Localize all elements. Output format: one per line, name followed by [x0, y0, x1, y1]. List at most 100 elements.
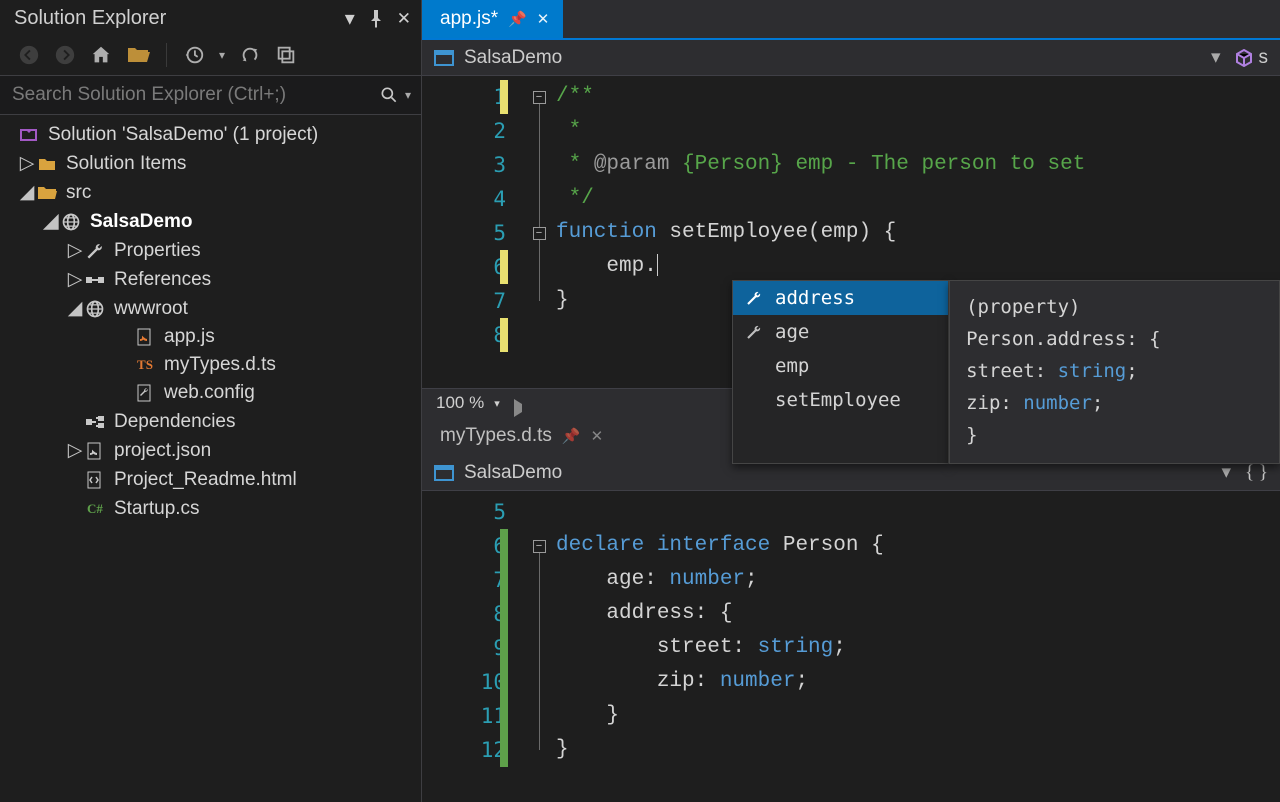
- html-file-icon: [84, 471, 106, 489]
- project-icon: [434, 50, 454, 66]
- editor-mytypes[interactable]: 5 6 7 8 9 10 11 12 − declare: [422, 491, 1280, 802]
- tooltip-line: }: [966, 419, 1263, 451]
- close-icon[interactable]: ✕: [591, 427, 604, 445]
- chevron-down-icon[interactable]: ▾: [1211, 46, 1221, 69]
- json-file-icon: [84, 442, 106, 460]
- dropdown-icon[interactable]: ▾: [219, 48, 225, 62]
- line-gutter: 1 2 3 4 5 6 7 8: [422, 76, 522, 388]
- fold-toggle[interactable]: −: [533, 91, 546, 104]
- tree-label: wwwroot: [114, 298, 188, 320]
- solution-explorer-toolbar: ▾: [0, 37, 421, 75]
- home-icon[interactable]: [90, 44, 112, 66]
- intellisense-label: setEmployee: [775, 389, 901, 411]
- solution-tree: Solution 'SalsaDemo' (1 project) ▷ Solut…: [0, 115, 421, 529]
- zoom-level[interactable]: 100 %: [436, 393, 484, 413]
- solution-explorer-panel: Solution Explorer ▾ ✕ ▾: [0, 0, 422, 802]
- tree-label: myTypes.d.ts: [164, 354, 276, 376]
- search-row: ▾: [0, 75, 421, 115]
- tree-label: References: [114, 269, 211, 291]
- intellisense-label: age: [775, 321, 809, 343]
- webconfig-node[interactable]: web.config: [4, 379, 417, 407]
- fold-toggle[interactable]: −: [533, 227, 546, 240]
- intellisense-popup: address age emp setEmployee (property) P…: [732, 280, 1280, 464]
- top-tabs: app.js* 📌 ✕: [422, 0, 1280, 40]
- wrench-icon: [84, 241, 106, 261]
- properties-node[interactable]: ▷ Properties: [4, 236, 417, 265]
- intellisense-label: address: [775, 287, 855, 309]
- tree-label: Properties: [114, 240, 201, 262]
- chevron-down-icon[interactable]: ▾: [1221, 461, 1231, 484]
- search-icon[interactable]: [379, 85, 399, 105]
- solution-label: Solution 'SalsaDemo' (1 project): [48, 124, 318, 146]
- tree-label: SalsaDemo: [90, 211, 192, 233]
- line-gutter: 5 6 7 8 9 10 11 12: [422, 491, 522, 802]
- close-icon[interactable]: ✕: [397, 9, 411, 29]
- config-file-icon: [134, 384, 156, 402]
- folder-open-icon[interactable]: [126, 45, 150, 65]
- solution-items-node[interactable]: ▷ Solution Items: [4, 149, 417, 178]
- ts-file-icon: TS: [134, 357, 156, 373]
- tree-label: Solution Items: [66, 153, 186, 175]
- dependencies-icon: [84, 415, 106, 429]
- refresh-icon[interactable]: [239, 44, 261, 66]
- startup-node[interactable]: ▷ C# Startup.cs: [4, 494, 417, 523]
- wrench-icon: [745, 289, 765, 307]
- collapse-all-icon[interactable]: [275, 44, 297, 66]
- project-dropdown-top[interactable]: SalsaDemo ▾ s: [422, 40, 1280, 76]
- back-icon[interactable]: [18, 44, 40, 66]
- code-body[interactable]: declare interface Person { age: number; …: [556, 491, 1280, 802]
- tree-label: Dependencies: [114, 411, 235, 433]
- projectjson-node[interactable]: ▷ project.json: [4, 436, 417, 465]
- tree-label: project.json: [114, 440, 211, 462]
- intellisense-tooltip: (property) Person.address: { street: str…: [949, 280, 1280, 464]
- history-icon[interactable]: [183, 44, 205, 66]
- intellisense-list[interactable]: address age emp setEmployee: [732, 280, 949, 464]
- tooltip-line: (property) Person.address: {: [966, 291, 1263, 355]
- fold-strip: −: [522, 491, 556, 802]
- solution-node[interactable]: Solution 'SalsaDemo' (1 project): [4, 121, 417, 149]
- search-dropdown-icon[interactable]: ▾: [405, 88, 411, 102]
- globe-icon: [84, 299, 106, 319]
- appjs-node[interactable]: app.js: [4, 323, 417, 351]
- tree-label: Startup.cs: [114, 498, 200, 520]
- cube-icon[interactable]: [1235, 49, 1253, 67]
- editor-appjs[interactable]: 1 2 3 4 5 6 7 8 − − /** *: [422, 76, 1280, 388]
- wwwroot-node[interactable]: ◢ wwwroot: [4, 294, 417, 323]
- pin-icon[interactable]: 📌: [562, 427, 581, 445]
- tree-label: web.config: [164, 382, 255, 404]
- project-node[interactable]: ◢ SalsaDemo: [4, 207, 417, 236]
- pin-icon[interactable]: 📌: [508, 10, 527, 28]
- close-icon[interactable]: ✕: [537, 10, 550, 28]
- intellisense-label: emp: [775, 355, 809, 377]
- tree-label: Project_Readme.html: [114, 469, 297, 491]
- tab-appjs[interactable]: app.js* 📌 ✕: [422, 0, 563, 38]
- editor-area: app.js* 📌 ✕ SalsaDemo ▾ s 1 2 3 4 5 6 7: [422, 0, 1280, 802]
- intellisense-item[interactable]: age: [733, 315, 948, 349]
- dependencies-node[interactable]: ▷ Dependencies: [4, 407, 417, 436]
- braces-icon[interactable]: { }: [1245, 462, 1268, 484]
- mytypes-node[interactable]: TS myTypes.d.ts: [4, 351, 417, 379]
- fold-strip: − −: [522, 76, 556, 388]
- project-icon: [434, 465, 454, 481]
- readme-node[interactable]: ▷ Project_Readme.html: [4, 465, 417, 494]
- tooltip-line: street: string;: [966, 355, 1263, 387]
- project-name: SalsaDemo: [464, 47, 562, 69]
- js-file-icon: [134, 328, 156, 346]
- references-node[interactable]: ▷ References: [4, 265, 417, 294]
- tab-mytypes[interactable]: myTypes.d.ts 📌 ✕: [422, 417, 617, 455]
- cs-file-icon: C#: [84, 501, 106, 517]
- src-node[interactable]: ◢ src: [4, 178, 417, 207]
- search-input[interactable]: [6, 80, 379, 110]
- solution-explorer-title: Solution Explorer: [14, 7, 345, 30]
- pin-icon[interactable]: [369, 10, 383, 28]
- intellisense-item[interactable]: setEmployee: [733, 383, 948, 417]
- solution-explorer-header: Solution Explorer ▾ ✕: [0, 0, 421, 37]
- forward-icon[interactable]: [54, 44, 76, 66]
- dropdown-icon[interactable]: ▾: [345, 6, 355, 31]
- fold-toggle[interactable]: −: [533, 540, 546, 553]
- tree-label: app.js: [164, 326, 215, 348]
- intellisense-item[interactable]: emp: [733, 349, 948, 383]
- globe-icon: [60, 212, 82, 232]
- intellisense-item[interactable]: address: [733, 281, 948, 315]
- chevron-down-icon[interactable]: ▾: [494, 397, 500, 410]
